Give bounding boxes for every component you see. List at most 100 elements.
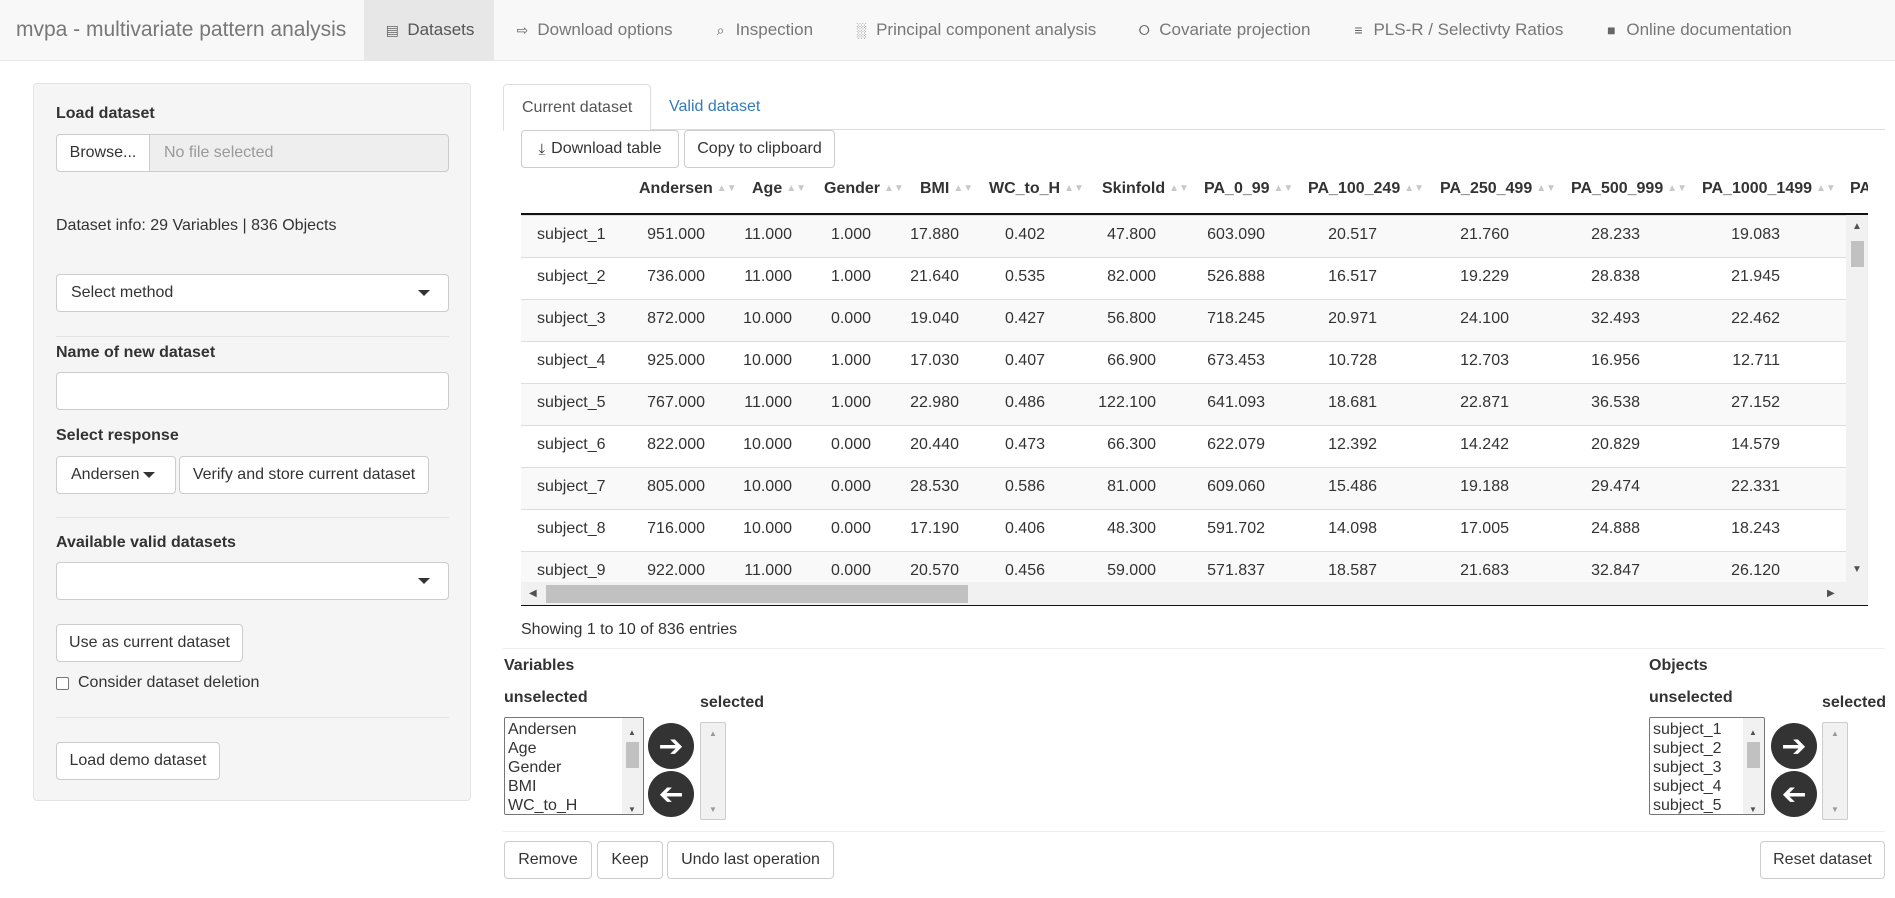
select-method-dropdown[interactable]: Select method bbox=[56, 274, 449, 312]
scroll-thumb[interactable] bbox=[546, 585, 968, 603]
table-cell: 0.402 bbox=[1004, 226, 1045, 243]
move-right-arrow-icon[interactable]: ➔ bbox=[648, 723, 694, 769]
file-name-display[interactable]: No file selected bbox=[150, 134, 449, 172]
scroll-down-arrow-icon[interactable]: ▼ bbox=[1831, 805, 1839, 814]
copy-clipboard-button[interactable]: Copy to clipboard bbox=[684, 130, 835, 168]
col-header-skinfold[interactable]: Skinfold ▲▼ bbox=[1102, 180, 1189, 198]
scroll-up-arrow-icon[interactable]: ▲ bbox=[628, 723, 636, 742]
objects-unselected-label: unselected bbox=[1649, 689, 1733, 706]
new-dataset-name-input[interactable] bbox=[56, 372, 449, 410]
nav-covariate-projection[interactable]: ⭘ Covariate projection bbox=[1116, 0, 1330, 60]
table-horizontal-scrollbar[interactable]: ◀ ▶ bbox=[521, 582, 1868, 606]
scroll-thumb[interactable] bbox=[1851, 241, 1864, 267]
table-cell: 609.060 bbox=[1207, 478, 1265, 495]
col-header-pa-500-999[interactable]: PA_500_999 ▲▼ bbox=[1571, 180, 1687, 198]
table-vertical-scrollbar[interactable]: ▲ ▼ bbox=[1846, 215, 1868, 582]
col-header-pa-0-99[interactable]: PA_0_99 ▲▼ bbox=[1204, 180, 1293, 198]
valid-datasets-dropdown[interactable] bbox=[56, 562, 449, 600]
response-dropdown[interactable]: Andersen bbox=[56, 456, 176, 494]
table-cell: 12.392 bbox=[1328, 436, 1377, 453]
col-header-andersen[interactable]: Andersen ▲▼ bbox=[639, 180, 737, 198]
consider-deletion-checkbox[interactable] bbox=[56, 676, 69, 690]
objects-unselected-list[interactable]: subject_1 subject_2 subject_3 subject_4 … bbox=[1649, 717, 1765, 815]
table-row[interactable]: subject_9 922.000 11.000 0.000 20.570 0.456 59… bbox=[521, 551, 1846, 582]
keep-button[interactable]: Keep bbox=[597, 841, 663, 879]
table-cell: 20.570 bbox=[910, 562, 959, 579]
scroll-thumb[interactable] bbox=[626, 742, 639, 768]
move-right-arrow-icon[interactable]: ➔ bbox=[1771, 723, 1817, 769]
table-row[interactable]: subject_4 925.000 10.000 1.000 17.030 0.407 66… bbox=[521, 341, 1846, 383]
sort-icon: ▲▼ bbox=[1273, 183, 1294, 194]
row-label-cell: subject_6 bbox=[537, 436, 606, 453]
download-icon: ⤓ bbox=[538, 140, 546, 158]
col-header-pa-truncated[interactable]: PA bbox=[1850, 180, 1868, 198]
list-scrollbar[interactable]: ▲ ▼ bbox=[622, 718, 643, 814]
table-cell: 22.871 bbox=[1460, 394, 1509, 411]
table-row[interactable]: subject_1 951.000 11.000 1.000 17.880 0.402 47… bbox=[521, 215, 1846, 257]
col-header-wc-to-h[interactable]: WC_to_H ▲▼ bbox=[989, 180, 1084, 198]
consider-deletion-row[interactable]: Consider dataset deletion bbox=[56, 674, 259, 692]
table-row[interactable]: subject_7 805.000 10.000 0.000 28.530 0.586 81… bbox=[521, 467, 1846, 509]
use-current-dataset-button[interactable]: Use as current dataset bbox=[56, 624, 243, 662]
move-left-arrow-icon[interactable]: ➔ bbox=[648, 771, 694, 817]
scroll-up-arrow-icon[interactable]: ▲ bbox=[1852, 221, 1862, 232]
scroll-left-arrow-icon[interactable]: ◀ bbox=[529, 588, 537, 599]
table-row[interactable]: subject_2 736.000 11.000 1.000 21.640 0.535 82… bbox=[521, 257, 1846, 299]
table-cell: 17.030 bbox=[910, 352, 959, 369]
table-cell: 10.000 bbox=[743, 478, 792, 495]
scroll-down-arrow-icon[interactable]: ▼ bbox=[628, 800, 636, 814]
download-table-button[interactable]: ⤓ Download table bbox=[521, 130, 679, 168]
objects-title: Objects bbox=[1649, 657, 1708, 674]
table-row[interactable]: subject_5 767.000 11.000 1.000 22.980 0.486 12… bbox=[521, 383, 1846, 425]
variables-selected-list[interactable]: ▲ ▼ bbox=[700, 722, 726, 820]
scroll-down-arrow-icon[interactable]: ▼ bbox=[1852, 564, 1862, 575]
verify-store-button[interactable]: Verify and store current dataset bbox=[179, 456, 429, 494]
tab-valid-dataset[interactable]: Valid dataset bbox=[651, 84, 778, 130]
col-header-pa-100-249[interactable]: PA_100_249 ▲▼ bbox=[1308, 180, 1424, 198]
table-row[interactable]: subject_6 822.000 10.000 0.000 20.440 0.473 66… bbox=[521, 425, 1846, 467]
scroll-up-arrow-icon[interactable]: ▲ bbox=[709, 729, 717, 738]
scroll-right-arrow-icon[interactable]: ▶ bbox=[1827, 588, 1835, 599]
variables-unselected-list[interactable]: Andersen Age Gender BMI WC_to_H ▲ ▼ bbox=[504, 717, 644, 815]
table-row[interactable]: subject_3 872.000 10.000 0.000 19.040 0.427 56… bbox=[521, 299, 1846, 341]
col-header-pa-250-499[interactable]: PA_250_499 ▲▼ bbox=[1440, 180, 1556, 198]
new-dataset-name-label: Name of new dataset bbox=[56, 344, 216, 361]
variables-title: Variables bbox=[504, 657, 575, 674]
download-table-label: Download table bbox=[551, 140, 662, 157]
move-left-arrow-icon[interactable]: ➔ bbox=[1771, 771, 1817, 817]
col-header-label: PA_250_499 bbox=[1440, 180, 1533, 197]
nav-pls-r[interactable]: ≡ PLS-R / Selectivty Ratios bbox=[1330, 0, 1583, 60]
nav-download-options[interactable]: ⇨ Download options bbox=[494, 0, 692, 60]
col-header-pa-1000-1499[interactable]: PA_1000_1499 ▲▼ bbox=[1702, 180, 1836, 198]
scroll-down-arrow-icon[interactable]: ▼ bbox=[709, 805, 717, 814]
col-header-gender[interactable]: Gender ▲▼ bbox=[824, 180, 904, 198]
objects-selected-list[interactable]: ▲ ▼ bbox=[1822, 722, 1848, 820]
table-cell: 11.000 bbox=[744, 268, 792, 285]
search-icon: ⌕ bbox=[716, 21, 725, 38]
remove-button[interactable]: Remove bbox=[504, 841, 592, 879]
scroll-up-arrow-icon[interactable]: ▲ bbox=[1749, 723, 1757, 742]
reset-dataset-button[interactable]: Reset dataset bbox=[1760, 841, 1885, 879]
app-brand[interactable]: mvpa - multivariate pattern analysis bbox=[0, 0, 364, 60]
nav-pca[interactable]: ░ Principal component analysis bbox=[833, 0, 1116, 60]
nav-online-documentation[interactable]: ■ Online documentation bbox=[1583, 0, 1811, 60]
table-cell: 1.000 bbox=[830, 226, 871, 243]
col-header-age[interactable]: Age ▲▼ bbox=[752, 180, 806, 198]
tab-current-dataset[interactable]: Current dataset bbox=[503, 84, 652, 131]
scroll-thumb[interactable] bbox=[1747, 742, 1760, 768]
table-row[interactable]: subject_8 716.000 10.000 0.000 17.190 0.406 48… bbox=[521, 509, 1846, 551]
nav-datasets[interactable]: ▤ Datasets bbox=[364, 0, 495, 60]
nav-datasets-label: Datasets bbox=[407, 20, 475, 39]
scroll-up-arrow-icon[interactable]: ▲ bbox=[1831, 729, 1839, 738]
table-cell: 11.000 bbox=[744, 394, 792, 411]
col-header-bmi[interactable]: BMI ▲▼ bbox=[920, 180, 973, 198]
col-header-label: Andersen bbox=[639, 180, 713, 197]
nav-inspection[interactable]: ⌕ Inspection bbox=[693, 0, 834, 60]
browse-button[interactable]: Browse... bbox=[56, 134, 150, 172]
load-demo-dataset-button[interactable]: Load demo dataset bbox=[56, 742, 220, 780]
table-cell: 20.517 bbox=[1328, 226, 1377, 243]
sort-icon: ▲▼ bbox=[1667, 183, 1688, 194]
scroll-down-arrow-icon[interactable]: ▼ bbox=[1749, 800, 1757, 814]
list-scrollbar[interactable]: ▲ ▼ bbox=[1743, 718, 1764, 814]
undo-last-operation-button[interactable]: Undo last operation bbox=[667, 841, 834, 879]
